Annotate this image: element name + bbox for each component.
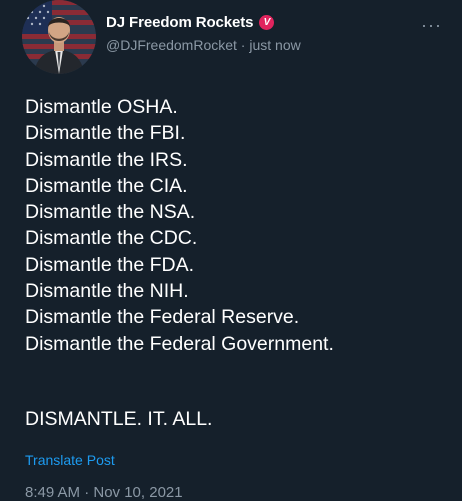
more-options-button[interactable]: ···	[421, 16, 442, 34]
tweet-line: Dismantle the FBI.	[25, 122, 186, 145]
author-handle-timestamp[interactable]: @DJFreedomRocket · just now	[106, 37, 301, 53]
tweet-line: Dismantle the NIH.	[25, 280, 189, 303]
tweet-line: Dismantle the IRS.	[25, 148, 188, 171]
tweet-line: Dismantle the NSA.	[25, 201, 196, 224]
tweet-line: Dismantle the Federal Government.	[25, 332, 334, 355]
post-timestamp[interactable]: 8:49 AM · Nov 10, 2021	[25, 484, 183, 501]
verified-badge-icon: V	[259, 15, 275, 30]
tweet-body: Dismantle OSHA. Dismantle the FBI. Disma…	[25, 94, 445, 357]
tweet-line: Dismantle OSHA.	[25, 96, 178, 118]
tweet-line: Dismantle the Federal Reserve.	[25, 306, 300, 329]
tweet-closing-line: DISMANTLE. IT. ALL.	[25, 408, 213, 430]
tweet-line: Dismantle the CIA.	[25, 174, 188, 197]
tweet-line: Dismantle the FDA.	[25, 253, 195, 276]
author-display-name[interactable]: DJ Freedom Rockets	[106, 14, 254, 31]
avatar[interactable]	[22, 0, 96, 74]
translate-post-link[interactable]: Translate Post	[25, 452, 115, 468]
tweet-card: DJ Freedom Rockets V @DJFreedomRocket · …	[0, 0, 462, 501]
author-name-row[interactable]: DJ Freedom Rockets V	[106, 14, 275, 31]
avatar-photo	[22, 0, 96, 74]
tweet-line: Dismantle the CDC.	[25, 227, 198, 250]
